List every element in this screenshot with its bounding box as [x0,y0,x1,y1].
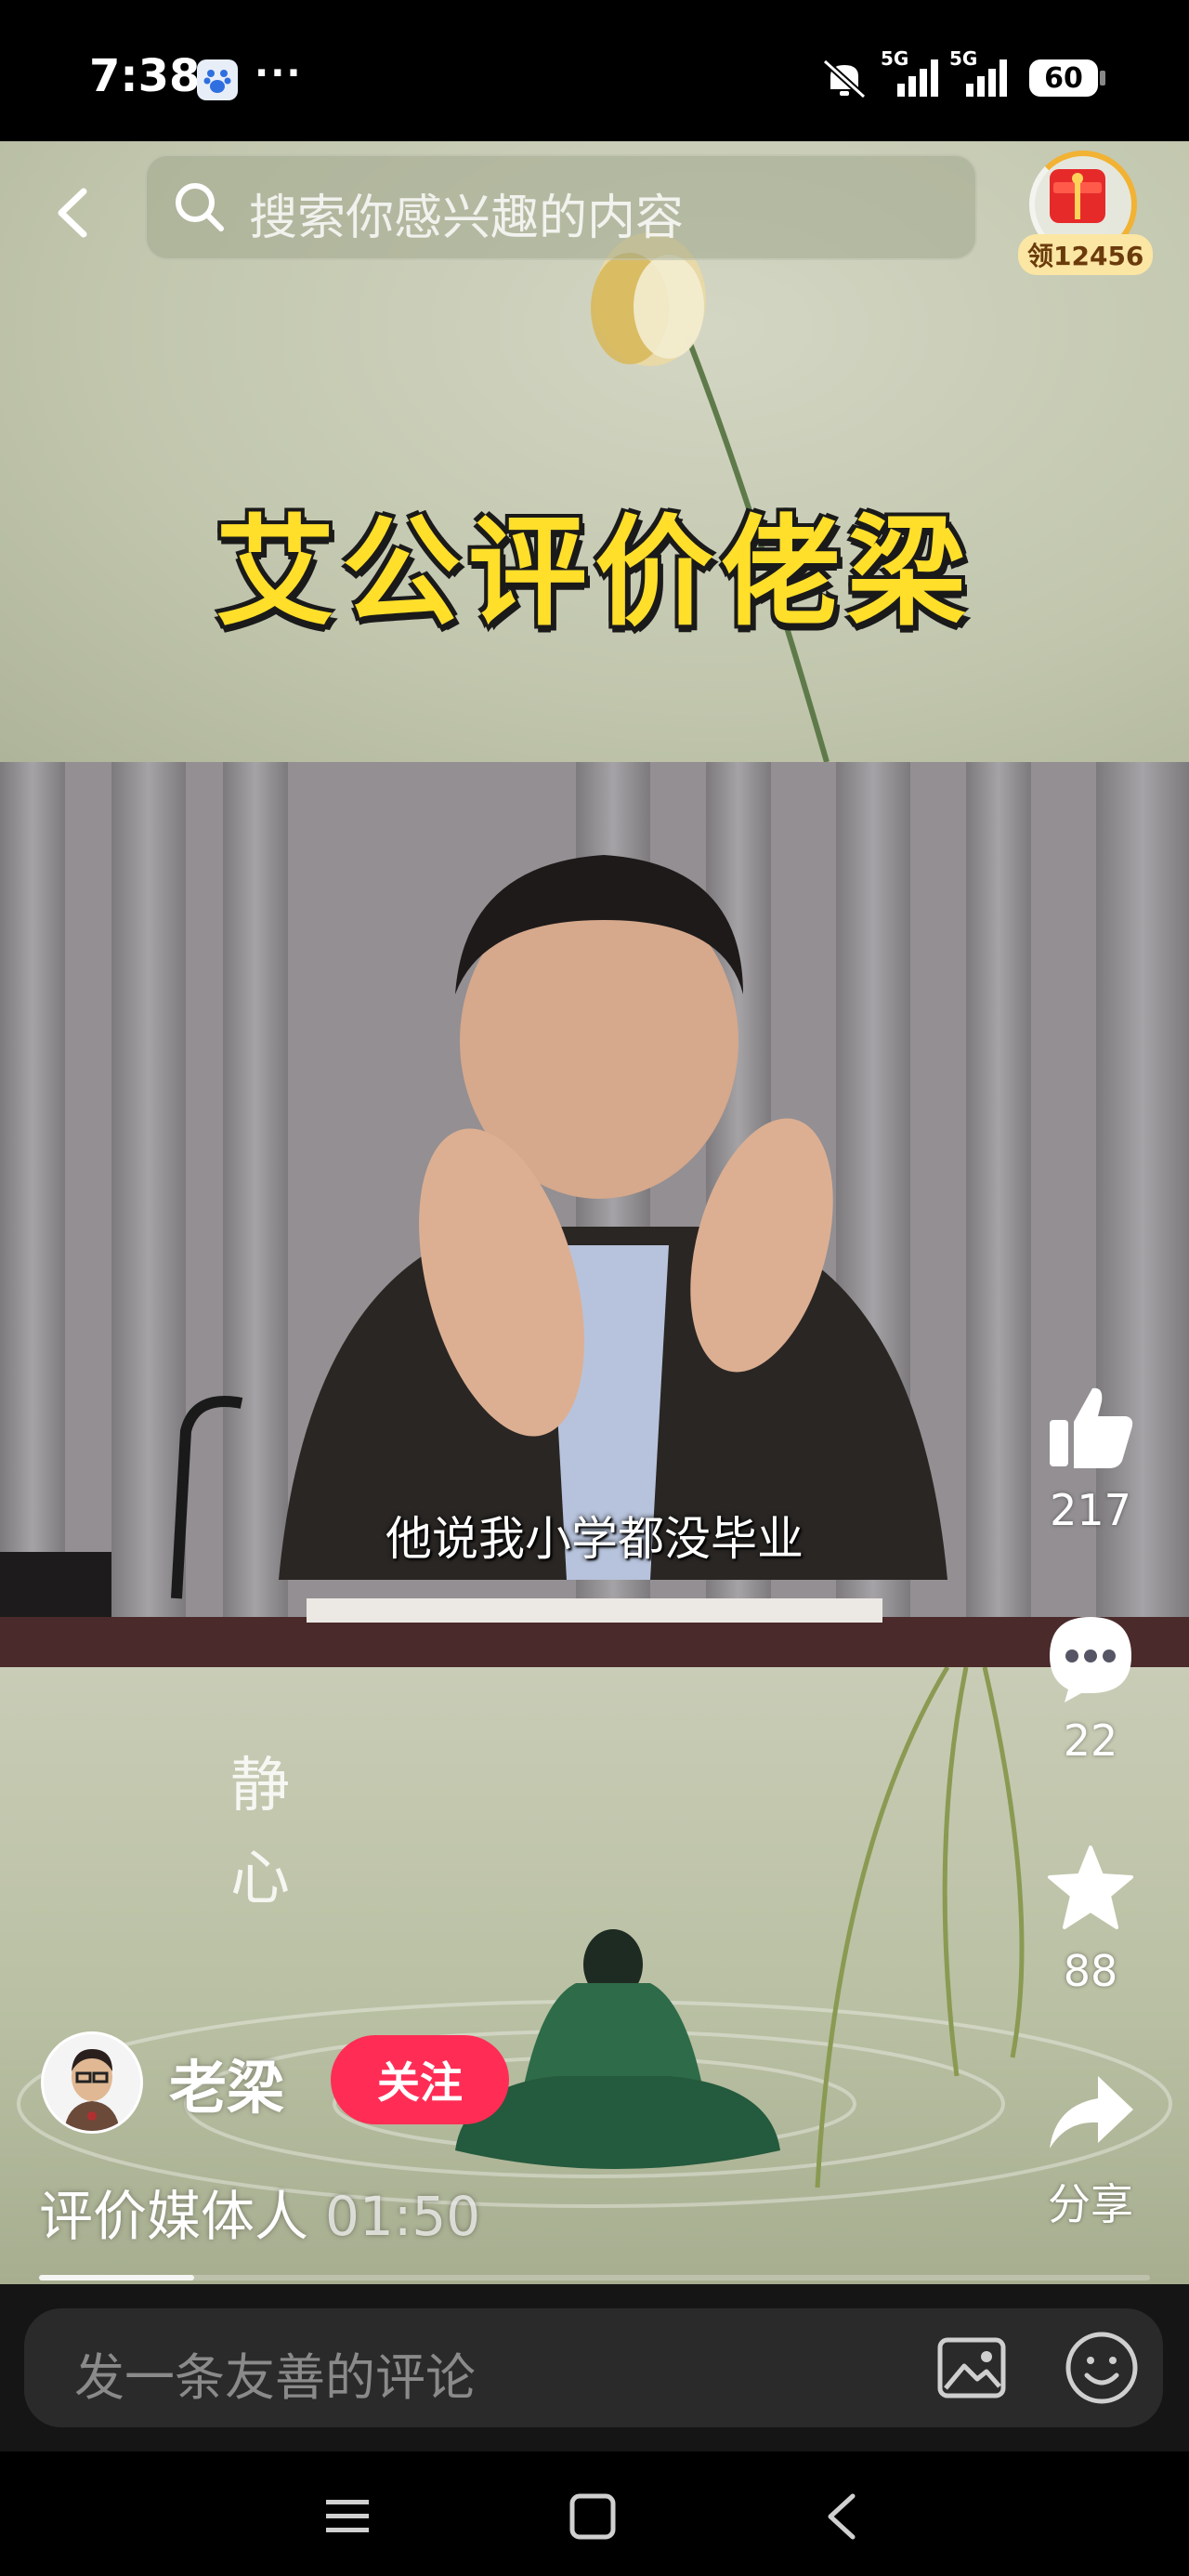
status-bar: 7:38 ··· 5G 5G 60 [0,0,1189,141]
reward-label: 领12456 [1018,234,1154,275]
nav-back-button[interactable] [804,2479,879,2554]
gift-icon [1050,169,1105,223]
favorite-button[interactable]: 88 [1026,1842,1156,1996]
nav-home-icon [569,2493,616,2540]
video-subtitle: 他说我小学都没毕业 [385,1512,804,1566]
comment-button[interactable]: 22 [1026,1611,1156,1766]
author-name[interactable]: 老梁 [169,2041,284,2124]
mute-icon [821,58,868,104]
follow-button[interactable]: 关注 [331,2035,509,2124]
signal-icon: 5G [881,46,946,102]
image-icon[interactable] [934,2331,1009,2409]
network-label-2: 5G [949,47,977,70]
search-icon [173,180,227,238]
signal-icon: 5G [949,46,1014,102]
calligraphy-text: 静心 [223,1740,297,1925]
video-progress-bar[interactable] [39,2275,1150,2280]
video-title: 艾公评价佬梁 [215,504,973,642]
reward-badge[interactable]: 领12456 [1018,149,1154,279]
network-label-1: 5G [881,47,908,70]
share-label: 分享 [1048,2179,1133,2229]
video-player[interactable]: 他说我小学都没毕业 静心 艾公评价佬梁 搜索你感兴趣的内容 领12456 217… [0,141,1189,2284]
battery-tip [1100,71,1105,85]
comment-bar: 发一条友善的评论 [0,2284,1189,2451]
nav-menu-button[interactable] [310,2479,385,2554]
emoji-icon[interactable] [1063,2329,1141,2411]
share-icon [1050,2076,1133,2149]
search-input[interactable]: 搜索你感兴趣的内容 [145,154,977,260]
calligraphy-char: 心 [230,1845,290,1913]
comment-placeholder: 发一条友善的评论 [74,2348,476,2407]
system-nav-bar [0,2451,1189,2576]
favorite-count: 88 [1063,1946,1118,1996]
video-description-text: 评价媒体人 [39,2185,309,2248]
back-icon [58,188,87,238]
comment-count: 22 [1063,1715,1118,1766]
calligraphy-char: 静 [230,1752,290,1820]
nav-home-button[interactable] [555,2479,630,2554]
comment-icon [1050,1617,1131,1702]
battery-indicator: 60 [1029,59,1098,97]
status-more-indicator: ··· [255,52,303,95]
nav-back-icon [828,2493,856,2540]
nav-menu-icon [326,2500,369,2532]
like-button[interactable]: 217 [1026,1381,1156,1535]
search-placeholder: 搜索你感兴趣的内容 [249,191,685,246]
status-time: 7:38 [89,50,201,102]
like-count: 217 [1050,1485,1131,1535]
video-description: 评价媒体人 01:50 [39,2173,480,2251]
video-duration: 01:50 [325,2185,481,2248]
share-button[interactable]: 分享 [1026,2067,1156,2232]
baidu-icon [197,59,238,100]
video-progress-fill [39,2275,195,2280]
back-button[interactable] [43,180,108,245]
avatar-image [44,2034,140,2131]
star-icon [1048,1846,1133,1929]
comment-input[interactable]: 发一条友善的评论 [24,2308,1163,2427]
like-icon [1050,1387,1133,1468]
avatar[interactable] [41,2031,143,2134]
